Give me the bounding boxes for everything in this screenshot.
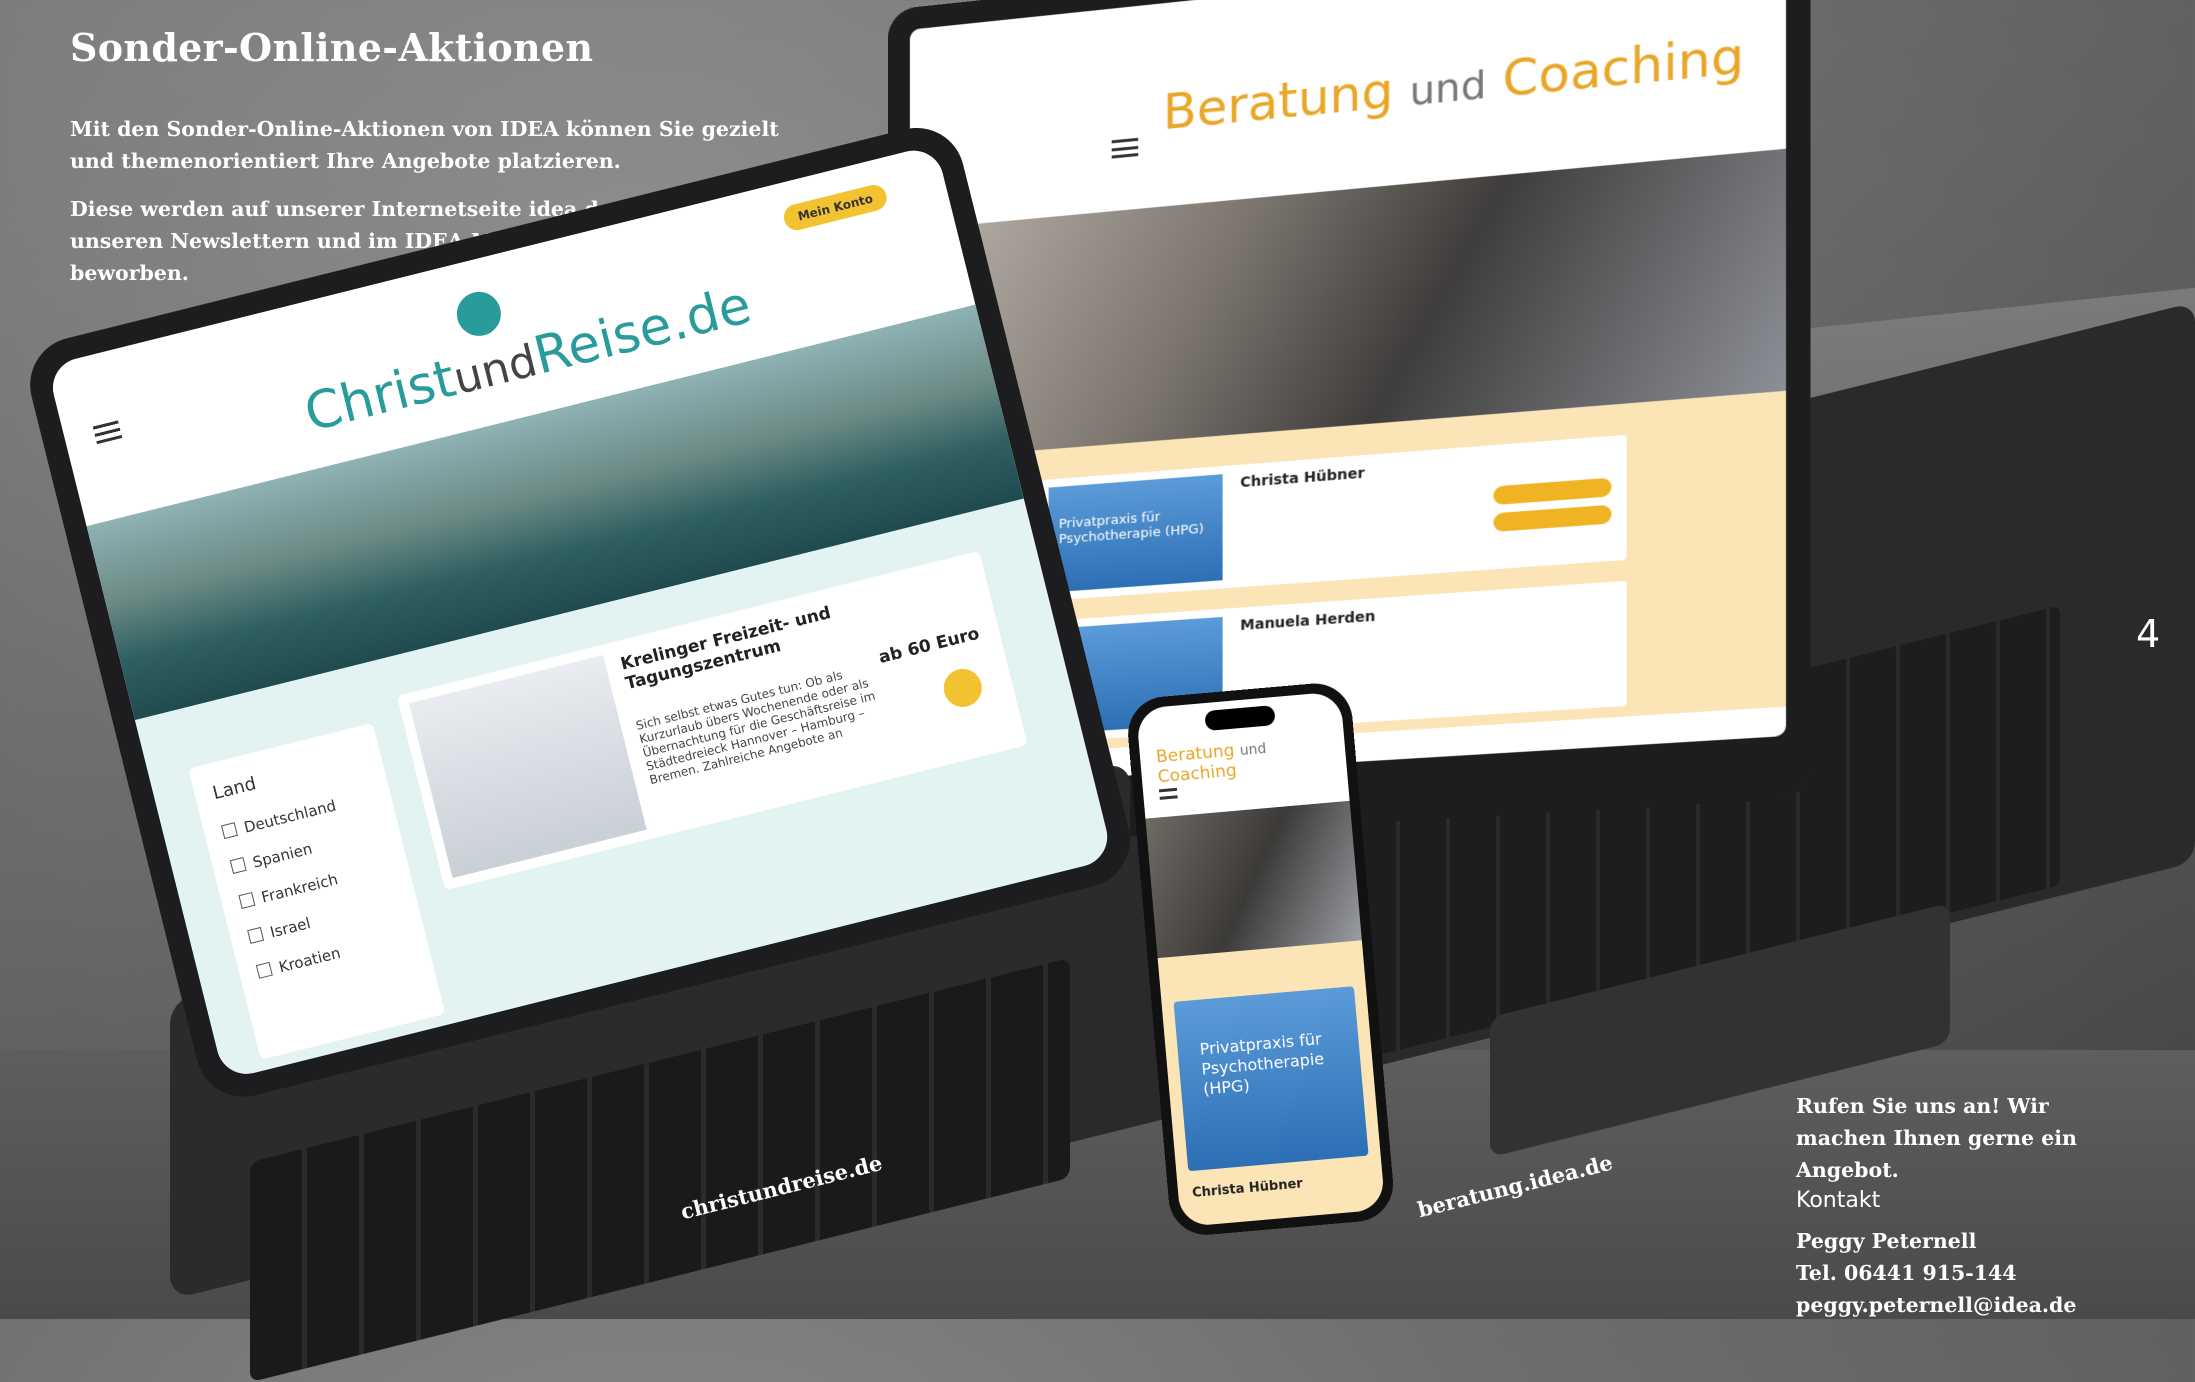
phone-hero-photo bbox=[1145, 800, 1362, 959]
offer-image bbox=[409, 654, 647, 879]
contact-email[interactable]: peggy.peternell@idea.de bbox=[1796, 1289, 2076, 1321]
menu-icon[interactable] bbox=[1158, 787, 1178, 803]
filter-option[interactable]: Israel bbox=[247, 914, 312, 947]
wave-logo-icon bbox=[452, 287, 506, 341]
logo-part-und: und bbox=[448, 335, 543, 405]
menu-icon[interactable] bbox=[92, 420, 123, 445]
phone-site-title: Beratung und Coaching bbox=[1155, 731, 1347, 788]
email-button[interactable] bbox=[1493, 477, 1612, 506]
page-number: 4 bbox=[2136, 612, 2161, 656]
phone-listing-name: Christa Hübner bbox=[1191, 1176, 1304, 1201]
contact-call-to-action: Rufen Sie uns an! Wir machen Ihnen gerne… bbox=[1796, 1094, 2077, 1182]
phone-mockup: Beratung und Coaching Privatpraxis für P… bbox=[1125, 680, 1397, 1238]
phone-listing-area: Privatpraxis für Psychotherapie (HPG) Ch… bbox=[1157, 940, 1386, 1228]
phone-screen: Beratung und Coaching Privatpraxis für P… bbox=[1135, 691, 1386, 1228]
listing-thumbnail: Privatpraxis für Psychotherapie (HPG) bbox=[1048, 474, 1223, 593]
listing-thumbnail-text: Privatpraxis für Psychotherapie (HPG) bbox=[1058, 509, 1204, 548]
title-part-beratung: Beratung bbox=[1162, 59, 1410, 142]
filter-option[interactable]: Frankreich bbox=[238, 870, 340, 912]
phone-listing-card[interactable]: Privatpraxis für Psychotherapie (HPG) bbox=[1173, 986, 1369, 1172]
filter-option[interactable]: Spanien bbox=[229, 839, 314, 876]
listing-card[interactable]: Privatpraxis für Psychotherapie (HPG) Ch… bbox=[1040, 434, 1627, 602]
beratung-site-title: Beratung und Coaching bbox=[1163, 27, 1744, 142]
filter-option[interactable]: Deutschland bbox=[221, 796, 338, 842]
country-filter: Land Deutschland Spanien Frankreich Isra… bbox=[188, 722, 446, 1060]
menu-icon[interactable] bbox=[1111, 137, 1139, 159]
contact-phone: Tel. 06441 915-144 bbox=[1796, 1261, 2017, 1285]
page-headline: Sonder-Online-Aktionen bbox=[70, 25, 594, 71]
logo-part-christ: Christ bbox=[298, 348, 462, 444]
account-button[interactable]: Mein Konto bbox=[781, 182, 890, 233]
navigate-arrow-icon[interactable] bbox=[939, 664, 986, 711]
filter-title: Land bbox=[210, 773, 259, 805]
phone-dynamic-island bbox=[1203, 705, 1276, 732]
offer-price: ab 60 Euro bbox=[876, 623, 982, 669]
title-part-und: und bbox=[1409, 61, 1487, 115]
contact-name: Peggy Peternell bbox=[1796, 1229, 1977, 1253]
website-button[interactable] bbox=[1493, 504, 1612, 533]
title-part-und: und bbox=[1239, 740, 1268, 760]
listing-name: Manuela Herden bbox=[1240, 608, 1376, 635]
title-part-coaching: Coaching bbox=[1486, 26, 1745, 111]
filter-option[interactable]: Kroatien bbox=[256, 944, 342, 982]
intro-paragraph-1: Mit den Sonder-Online-Aktionen von IDEA … bbox=[70, 116, 779, 173]
listing-name: Christa Hübner bbox=[1240, 465, 1365, 492]
phone-listing-card-text: Privatpraxis für Psychotherapie (HPG) bbox=[1198, 1029, 1325, 1099]
contact-heading: Kontakt bbox=[1796, 1188, 1881, 1213]
